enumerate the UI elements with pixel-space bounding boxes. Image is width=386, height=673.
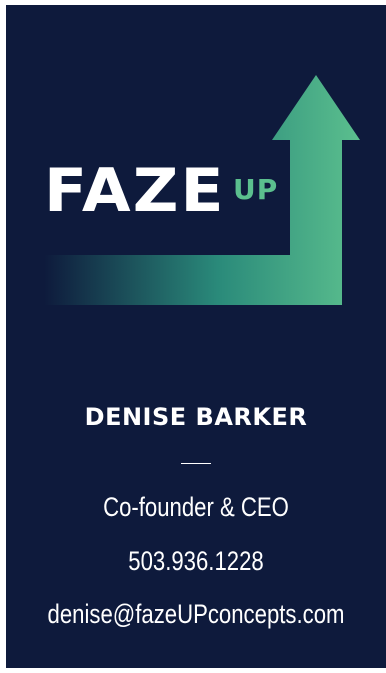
contact-title: Co-founder & CEO [103, 492, 289, 522]
contact-name: DENISE BARKER [84, 403, 308, 431]
logo-word: FAZE [44, 156, 226, 226]
faze-up-logo: FAZE UP [6, 5, 386, 325]
logo-accent: UP [233, 173, 279, 206]
divider [181, 463, 211, 464]
contact-email[interactable]: denise@fazeUPconcepts.com [40, 599, 352, 630]
business-card: FAZE UP DENISE BARKER Co-founder & CEO 5… [6, 5, 386, 668]
contact-phone[interactable]: 503.936.1228 [40, 546, 352, 577]
